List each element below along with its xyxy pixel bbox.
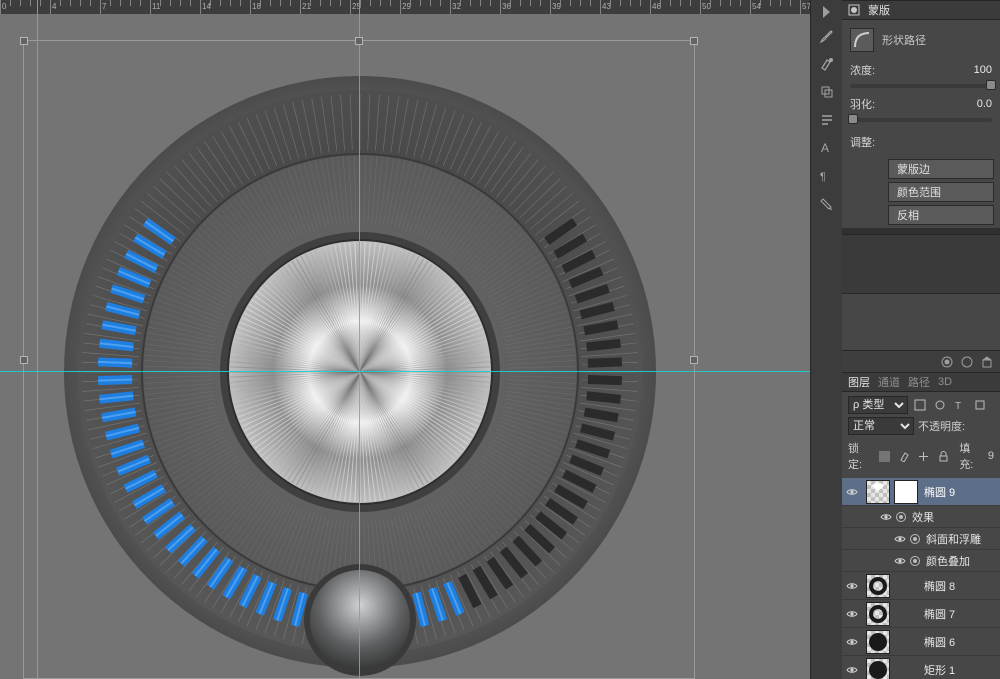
mask-thumbnail[interactable] (850, 28, 874, 52)
filter-shape-icon[interactable] (972, 397, 988, 413)
density-slider[interactable] (850, 84, 992, 88)
filter-adjust-icon[interactable] (932, 397, 948, 413)
brush-presets-icon[interactable] (815, 52, 839, 76)
character-panel-icon[interactable]: A (815, 136, 839, 160)
prop-foot-icon2[interactable] (960, 355, 974, 369)
prop-foot-icon3[interactable] (980, 355, 994, 369)
tool-preset-icon[interactable] (815, 192, 839, 216)
free-transform-bbox[interactable] (23, 40, 695, 679)
svg-text:T: T (955, 401, 961, 411)
visibility-toggle[interactable] (842, 486, 862, 498)
layer-thumbnail[interactable] (866, 574, 890, 598)
masks-panel-title: 蒙版 (868, 2, 890, 18)
fx-icon (910, 556, 920, 566)
layer-name[interactable]: 矩形 1 (922, 662, 955, 678)
tab-layers[interactable]: 图层 (848, 374, 870, 390)
layer-row[interactable]: 椭圆 9 (842, 478, 1000, 506)
masks-panel-header[interactable]: 蒙版 (842, 0, 1000, 20)
layer-row[interactable]: 椭圆 7 (842, 600, 1000, 628)
adjust-label: 调整: (850, 134, 875, 150)
svg-text:¶: ¶ (820, 171, 826, 183)
right-panels: 蒙版 形状路径 浓度: 100 羽化: 0.0 调整: 蒙版边 颜色范围 反相 (842, 0, 1000, 679)
tab-paths[interactable]: 路径 (908, 374, 930, 390)
masks-panel: 蒙版 形状路径 浓度: 100 羽化: 0.0 调整: 蒙版边 颜色范围 反相 (842, 0, 1000, 234)
feather-slider[interactable] (850, 118, 992, 122)
feather-value[interactable]: 0.0 (977, 98, 992, 110)
layers-list[interactable]: 椭圆 9效果斜面和浮雕颜色叠加椭圆 8椭圆 7椭圆 6矩形 1椭圆 5 (842, 478, 1000, 679)
layer-name[interactable]: 椭圆 6 (922, 634, 955, 650)
layer-thumbnail[interactable] (866, 630, 890, 654)
fill-label: 填充: (959, 440, 984, 472)
visibility-toggle[interactable] (876, 511, 896, 523)
color-range-button[interactable]: 颜色范围 (888, 182, 994, 202)
visibility-toggle[interactable] (890, 555, 910, 567)
collapsed-panel-strip: A ¶ (810, 0, 842, 679)
visibility-toggle[interactable] (842, 664, 862, 676)
lock-pixels-icon[interactable] (896, 448, 912, 464)
layer-name[interactable]: 椭圆 7 (922, 606, 955, 622)
layer-thumbnail[interactable] (866, 480, 890, 504)
lock-label: 锁定: (848, 440, 873, 472)
layer-name[interactable]: 椭圆 9 (922, 484, 955, 500)
blend-mode-select[interactable]: 正常 (848, 417, 914, 435)
visibility-toggle[interactable] (842, 636, 862, 648)
invert-button[interactable]: 反相 (888, 205, 994, 225)
layer-effects-header[interactable]: 效果 (842, 506, 1000, 528)
layer-row[interactable]: 矩形 1 (842, 656, 1000, 679)
visibility-toggle[interactable] (842, 608, 862, 620)
layer-name[interactable]: 椭圆 8 (922, 578, 955, 594)
mask-kind-label: 形状路径 (882, 32, 926, 48)
layer-row[interactable]: 椭圆 8 (842, 572, 1000, 600)
layer-thumbnail[interactable] (866, 602, 890, 626)
canvas-area[interactable]: 0471114182125293236394346505457 (0, 0, 810, 679)
visibility-toggle[interactable] (890, 533, 910, 545)
fx-icon (910, 534, 920, 544)
lock-transparency-icon[interactable] (877, 448, 893, 464)
masks-header-icon (848, 4, 860, 16)
density-label: 浓度: (850, 62, 875, 78)
lock-position-icon[interactable] (916, 448, 932, 464)
filter-image-icon[interactable] (912, 397, 928, 413)
visibility-toggle[interactable] (842, 580, 862, 592)
mask-edge-button[interactable]: 蒙版边 (888, 159, 994, 179)
expand-panels-icon[interactable] (823, 6, 830, 18)
layer-filter-kind[interactable]: ρ 类型 (848, 396, 908, 414)
filter-type-icon[interactable]: T (952, 397, 968, 413)
lock-all-icon[interactable] (936, 448, 952, 464)
mask-thumbnail[interactable] (894, 480, 918, 504)
tab-channels[interactable]: 通道 (878, 374, 900, 390)
layer-row[interactable]: 椭圆 6 (842, 628, 1000, 656)
layer-effect-item[interactable]: 斜面和浮雕 (842, 528, 1000, 550)
paragraph-panel-icon[interactable] (815, 108, 839, 132)
clone-source-icon[interactable] (815, 80, 839, 104)
opacity-label: 不透明度: (918, 418, 965, 434)
properties-panel-footer (842, 350, 1000, 372)
layer-effect-item[interactable]: 颜色叠加 (842, 550, 1000, 572)
paragraph-styles-icon[interactable]: ¶ (815, 164, 839, 188)
fx-icon (896, 512, 906, 522)
feather-label: 羽化: (850, 96, 875, 112)
fill-value[interactable]: 9 (988, 450, 994, 462)
layer-thumbnail[interactable] (866, 658, 890, 679)
prop-foot-icon1[interactable] (940, 355, 954, 369)
tab-3d[interactable]: 3D (938, 376, 952, 388)
layers-panel: 图层 通道 路径 3D ρ 类型 T 正常 不透明度: 锁 (842, 350, 1000, 679)
layers-panel-tabs: 图层 通道 路径 3D (842, 372, 1000, 392)
layers-controls: ρ 类型 T 正常 不透明度: 锁定: 填充: (842, 392, 1000, 478)
svg-text:A: A (821, 141, 829, 155)
brush-panel-icon[interactable] (815, 24, 839, 48)
density-value[interactable]: 100 (974, 64, 992, 76)
